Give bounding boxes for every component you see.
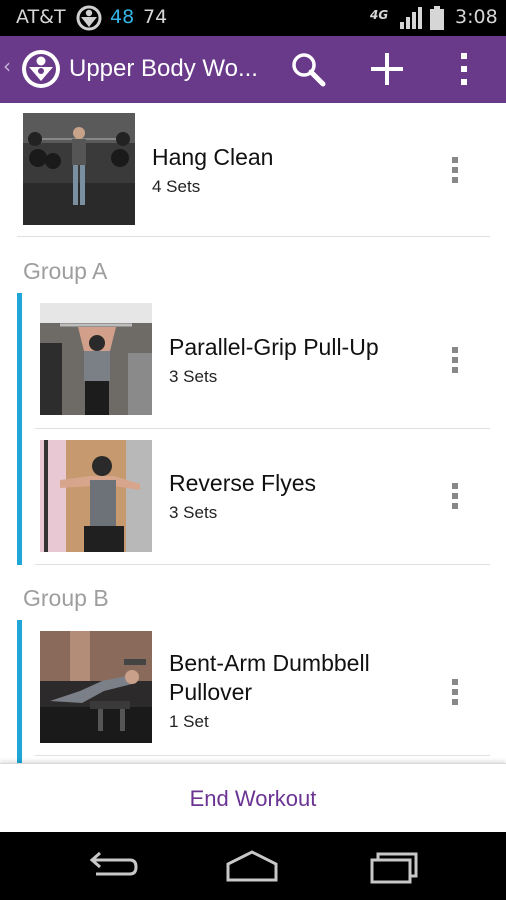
back-nav-icon[interactable] <box>82 846 142 886</box>
page-title: Upper Body Wo... <box>69 55 258 82</box>
end-workout-button[interactable]: End Workout <box>0 764 506 833</box>
signal-icon <box>400 7 422 29</box>
exercise-sets: 3 Sets <box>169 367 218 386</box>
status-bar: AT&T 48 74 4G 3:08 <box>0 0 506 36</box>
exercise-menu-icon[interactable] <box>445 155 465 185</box>
exercise-sets: 1 Set <box>169 712 209 731</box>
app-logo-icon[interactable] <box>20 48 62 90</box>
exercise-name: Parallel-Grip Pull-Up <box>169 334 379 360</box>
system-nav-bar <box>0 832 506 900</box>
recents-nav-icon[interactable] <box>364 846 424 886</box>
carrier-label: AT&T <box>16 6 66 28</box>
exercise-sets: 4 Sets <box>152 177 201 196</box>
home-nav-icon[interactable] <box>222 846 282 886</box>
exercise-row-hang-clean[interactable]: Hang Clean 4 Sets <box>0 103 506 239</box>
exercise-thumbnail <box>40 303 152 415</box>
exercise-thumbnail <box>40 440 152 552</box>
exercise-menu-icon[interactable] <box>445 345 465 375</box>
back-chevron-icon[interactable]: ‹ <box>3 54 11 78</box>
exercise-thumbnail <box>23 113 135 225</box>
group-header-a: Group A <box>23 258 108 284</box>
exercise-thumbnail <box>40 631 152 743</box>
battery-icon <box>430 6 444 30</box>
exercise-list[interactable]: Hang Clean 4 Sets Group A Parallel-Grip … <box>0 103 506 763</box>
exercise-menu-icon[interactable] <box>445 481 465 511</box>
exercise-sets: 3 Sets <box>169 503 218 522</box>
exercise-name: Hang Clean <box>152 144 274 170</box>
overflow-menu-icon[interactable] <box>452 50 476 88</box>
exercise-name-line2: Pullover <box>169 679 253 705</box>
search-icon[interactable] <box>290 51 326 87</box>
exercise-row-pullover[interactable]: Bent-Arm Dumbbell Pullover 1 Set <box>0 620 506 756</box>
network-type: 4G <box>370 8 389 22</box>
divider <box>35 564 490 565</box>
divider <box>17 236 490 237</box>
group-header-b: Group B <box>23 585 109 611</box>
end-workout-bar: End Workout <box>0 763 506 832</box>
temperature-gray: 74 <box>143 6 168 28</box>
action-bar: ‹ Upper Body Wo... <box>0 36 506 103</box>
exercise-row-reverse-flyes[interactable]: Reverse Flyes 3 Sets <box>0 429 506 565</box>
divider <box>35 755 490 756</box>
exercise-row-pull-up[interactable]: Parallel-Grip Pull-Up 3 Sets <box>0 293 506 429</box>
exercise-name-line1: Bent-Arm Dumbbell <box>169 650 370 676</box>
exercise-name: Reverse Flyes <box>169 470 316 496</box>
notification-app-icon <box>76 5 102 31</box>
clock: 3:08 <box>455 6 498 28</box>
plus-icon[interactable] <box>368 50 406 88</box>
exercise-menu-icon[interactable] <box>445 677 465 707</box>
temperature-blue: 48 <box>110 6 135 28</box>
